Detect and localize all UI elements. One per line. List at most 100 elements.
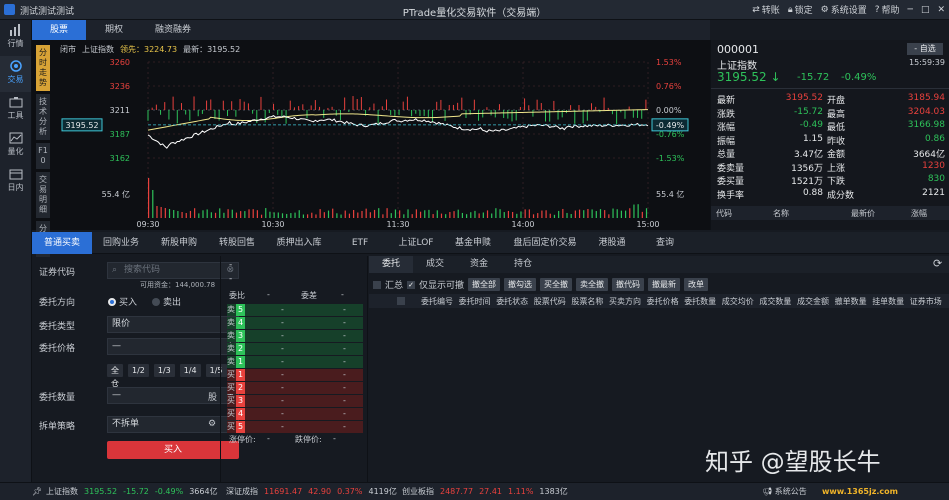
column-header[interactable]: 成交金额 xyxy=(797,296,829,307)
cancel-all-button[interactable]: 撤全部 xyxy=(468,278,501,291)
cancel-all-buy-button[interactable]: 买全撤 xyxy=(540,278,573,291)
tab-technical[interactable]: 技术分析 xyxy=(36,94,50,140)
tab-normal-trade[interactable]: 普通买卖 xyxy=(32,232,92,254)
modify-order-button[interactable]: 改单 xyxy=(684,278,709,291)
column-header[interactable]: 证券市场 xyxy=(910,296,942,307)
column-header[interactable]: 委托状态 xyxy=(496,296,528,307)
bid-row[interactable]: 买4 - - xyxy=(227,408,363,420)
volume-bar xyxy=(486,210,489,218)
ask-row[interactable]: 卖3 - - xyxy=(227,330,363,342)
select-all-checkbox[interactable] xyxy=(397,297,405,305)
y-tick-left: 3162 xyxy=(110,154,130,163)
tab-etf[interactable]: ETF xyxy=(332,232,388,254)
self-select-button[interactable]: - 自选 xyxy=(907,43,943,55)
level-label: 卖4 xyxy=(227,317,245,329)
sidebar-item-quant[interactable]: 量化 xyxy=(0,128,31,164)
refresh-icon[interactable]: ⟳ xyxy=(933,257,942,270)
cancel-code-button[interactable]: 撤代码 xyxy=(612,278,645,291)
tab-options[interactable]: 期权 xyxy=(86,20,142,40)
tab-margin[interactable]: 融资融券 xyxy=(142,20,204,40)
ratio-half[interactable]: 1/2 xyxy=(128,364,149,377)
column-header[interactable]: 挂单数量 xyxy=(872,296,904,307)
buy-radio[interactable]: 买入 xyxy=(108,295,137,308)
sidebar-item-trade[interactable]: 交易 xyxy=(0,56,31,92)
summary-checkbox[interactable] xyxy=(373,280,381,289)
minus-icon[interactable]: — xyxy=(112,390,121,400)
ask-row[interactable]: 卖2 - - xyxy=(227,343,363,355)
level-price: - xyxy=(281,422,284,431)
cancel-all-sell-button[interactable]: 卖全撤 xyxy=(576,278,609,291)
minimize-button[interactable]: ─ xyxy=(908,3,913,16)
ask-row[interactable]: 卖4 - - xyxy=(227,317,363,329)
index-cyb[interactable]: 创业板指 2487.77 27.41 1.11% 1383亿 xyxy=(402,483,568,500)
column-header[interactable]: 股票代码 xyxy=(534,296,566,307)
tab-after-hours[interactable]: 盘后固定价交易 xyxy=(502,232,588,254)
tab-trade-detail[interactable]: 交易明细 xyxy=(36,172,50,218)
ratio-quarter[interactable]: 1/4 xyxy=(179,364,201,377)
column-header[interactable]: 股票名称 xyxy=(571,296,603,307)
lock-button[interactable]: 🔒︎ 锁定 xyxy=(788,3,813,17)
column-header[interactable]: 成交数量 xyxy=(759,296,791,307)
sidebar-item-intraday[interactable]: 日内 xyxy=(0,164,31,200)
tab-convert[interactable]: 转股回售 xyxy=(208,232,266,254)
tab-fund[interactable]: 基金申赎 xyxy=(444,232,502,254)
column-header[interactable]: 买卖方向 xyxy=(609,296,641,307)
index-sz[interactable]: 深证成指 11691.47 42.90 0.37% 4119亿 xyxy=(226,483,397,500)
level-text: 买 xyxy=(227,396,235,405)
transfer-button[interactable]: ⇄ 转账 xyxy=(752,3,780,17)
column-header[interactable]: 委托价格 xyxy=(647,296,679,307)
bid-row[interactable]: 买2 - - xyxy=(227,382,363,394)
column-header[interactable]: 委托数量 xyxy=(684,296,716,307)
notice-button[interactable]: 📢︎ 系统公告 xyxy=(762,483,807,500)
volume-bar xyxy=(394,209,397,218)
ob-sub: - xyxy=(229,274,233,284)
only-cancel-checkbox[interactable]: ✓ xyxy=(407,280,416,289)
help-button[interactable]: ? 帮助 xyxy=(875,3,900,17)
volume-bar xyxy=(620,210,623,218)
close-button[interactable]: ✕ xyxy=(937,3,945,16)
bid-row[interactable]: 买5 - - xyxy=(227,421,363,433)
chart-svg[interactable]: 326032363211318731621.53%0.76%0.00%-0.76… xyxy=(32,40,710,230)
tab-orders[interactable]: 委托 xyxy=(369,256,413,273)
bid-row[interactable]: 买3 - - xyxy=(227,395,363,407)
column-header[interactable]: 委托时间 xyxy=(459,296,491,307)
settings-button[interactable]: ⚙ 系统设置 xyxy=(821,3,867,17)
site-mark: www.1365jz.com xyxy=(822,487,898,496)
tab-lof[interactable]: 上证LOF xyxy=(388,232,444,254)
sidebar-item-tools[interactable]: 工具 xyxy=(0,92,31,128)
column-header[interactable]: 撤单数量 xyxy=(835,296,867,307)
tab-f10[interactable]: F10 xyxy=(36,143,50,169)
cancel-latest-button[interactable]: 撤最新 xyxy=(648,278,681,291)
ratio-third[interactable]: 1/3 xyxy=(153,364,175,377)
ask-row[interactable]: 卖1 - - xyxy=(227,356,363,368)
tab-positions[interactable]: 持仓 xyxy=(501,256,545,273)
intraday-chart[interactable]: 3260 3236 3211 3187 3162 1.53% 0.76% 0.00% -0.76… xyxy=(32,40,710,230)
column-header[interactable]: 委托编号 xyxy=(421,296,453,307)
volume-bar xyxy=(645,208,648,218)
ask-row[interactable]: 卖5 - - xyxy=(227,304,363,316)
tab-query[interactable]: 查询 xyxy=(636,232,694,254)
tab-repo[interactable]: 回购业务 xyxy=(92,232,150,254)
cancel-checked-button[interactable]: 撤勾选 xyxy=(504,278,537,291)
tab-stock[interactable]: 股票 xyxy=(32,20,86,40)
maximize-button[interactable]: □ xyxy=(921,3,930,16)
level-price: - xyxy=(281,357,284,366)
sidebar-item-market[interactable]: 行情 xyxy=(0,20,31,56)
minus-icon[interactable]: — xyxy=(112,341,121,351)
bid-row[interactable]: 买1 - - xyxy=(227,369,363,381)
volume-bar xyxy=(558,210,560,218)
gear-icon[interactable]: ⚙ xyxy=(208,419,216,429)
tab-timeshare[interactable]: 分时走势 xyxy=(36,45,50,91)
sell-radio[interactable]: 卖出 xyxy=(152,295,181,308)
limit-down-value: - xyxy=(333,434,336,443)
index-sh[interactable]: 上证指数 3195.52 -15.72 -0.49% 3664亿 xyxy=(46,483,218,500)
tab-funds[interactable]: 资金 xyxy=(457,256,501,273)
volume-bar xyxy=(344,210,346,218)
tab-deals[interactable]: 成交 xyxy=(413,256,457,273)
calendar-icon xyxy=(9,169,22,180)
column-header[interactable]: 成交均价 xyxy=(722,296,754,307)
tab-ipo[interactable]: 新股申购 xyxy=(150,232,208,254)
tab-pledge[interactable]: 质押出入库 xyxy=(266,232,332,254)
tab-hk-connect[interactable]: 港股通 xyxy=(588,232,636,254)
ratio-full[interactable]: 全仓 xyxy=(107,364,123,388)
